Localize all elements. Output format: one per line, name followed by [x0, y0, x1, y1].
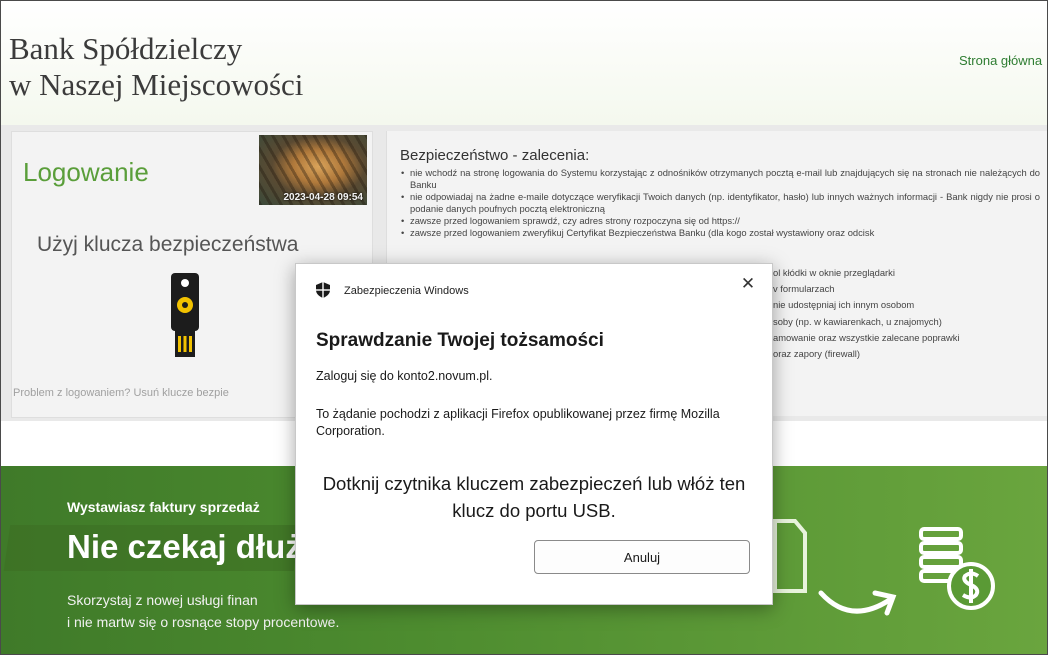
- list-item: zawsze przed logowaniem sprawdź, czy adr…: [400, 215, 1040, 227]
- dialog-instruction: Dotknij czytnika kluczem zabezpieczeń lu…: [322, 473, 746, 521]
- bank-logo-name[interactable]: Bank Spółdzielczy w Naszej Miejscowości: [9, 31, 303, 103]
- promo-subtext-line1: Skorzystaj z nowej usługi finan: [67, 592, 258, 608]
- security-photo: 2023-04-28 09:54: [259, 135, 367, 205]
- dialog-title: Sprawdzanie Twojej tożsamości: [316, 330, 604, 351]
- dialog-origin-text: To żądanie pochodzi z aplikacji Firefox …: [316, 407, 720, 438]
- site-header: Bank Spółdzielczy w Naszej Miejscowości …: [1, 1, 1047, 125]
- promo-headline: Nie czekaj dłuże: [67, 528, 321, 565]
- usb-security-key-icon: [171, 273, 199, 357]
- windows-security-dialog: Zabezpieczenia Windows ✕ Sprawdzanie Two…: [295, 263, 773, 605]
- security-fragment: soby (np. w kawiarenkach, u znajomych): [773, 316, 942, 327]
- browser-viewport: Bank Spółdzielczy w Naszej Miejscowości …: [0, 0, 1048, 655]
- security-photo-timestamp: 2023-04-28 09:54: [283, 192, 363, 203]
- security-fragment: v formularzach: [773, 283, 835, 294]
- security-fragment: oraz zapory (firewall): [773, 348, 861, 359]
- invoice-document-icon: [773, 519, 807, 593]
- shield-icon: [316, 282, 330, 298]
- bank-name-line1: Bank Spółdzielczy: [9, 31, 243, 66]
- list-item: nie odpowiadaj na żadne e-maile dotycząc…: [400, 191, 1040, 215]
- close-icon[interactable]: ✕: [736, 272, 760, 296]
- login-title: Logowanie: [23, 157, 149, 187]
- security-fragment: ol kłódki w oknie przeglądarki: [773, 267, 895, 278]
- promo-lead: Wystawiasz faktury sprzedaż: [67, 499, 260, 515]
- cancel-button[interactable]: Anuluj: [534, 540, 750, 574]
- dialog-app-name: Zabezpieczenia Windows: [344, 285, 469, 297]
- dialog-signin-text: Zaloguj się do konto2.novum.pl.: [316, 369, 493, 383]
- promo-subtext-line2: i nie martw się o rosnące stopy procento…: [67, 614, 340, 630]
- security-title: Bezpieczeństwo - zalecenia:: [400, 147, 590, 164]
- login-problem-link[interactable]: Problem z logowaniem? Usuń klucze bezpie: [13, 387, 229, 399]
- security-fragment: nie udostępniaj ich innym osobom: [773, 299, 915, 310]
- use-security-key-text: Użyj klucza bezpieczeństwa: [37, 233, 299, 256]
- security-fragment: amowanie oraz wszystkie zalecane poprawk…: [773, 332, 960, 343]
- list-item: zawsze przed logowaniem zweryfikuj Certy…: [400, 227, 1040, 239]
- bank-name-line2: w Naszej Miejscowości: [9, 67, 304, 102]
- promo-illustration: [773, 519, 995, 616]
- curved-arrow-icon: [818, 590, 897, 616]
- security-list: nie wchodź na stronę logowania do System…: [400, 167, 1040, 239]
- coins-icon: [919, 527, 995, 610]
- home-link[interactable]: Strona główna: [959, 53, 1042, 68]
- list-item: nie wchodź na stronę logowania do System…: [400, 167, 1040, 191]
